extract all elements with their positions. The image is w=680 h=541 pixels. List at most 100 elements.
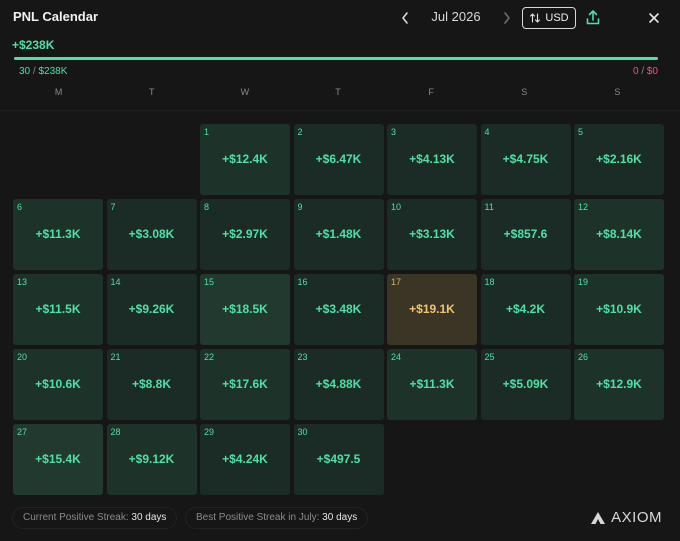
day-pnl-value: +$11.5K <box>35 302 81 316</box>
calendar-day-cell[interactable]: 30 +$497.5 <box>293 424 384 495</box>
day-pnl-value: +$6.47K <box>315 152 362 166</box>
axiom-logo-icon <box>591 511 606 524</box>
day-pnl-value: +$9.12K <box>128 452 175 466</box>
calendar-day-cell[interactable]: 10 +$3.13K <box>387 199 477 270</box>
share-upload-icon <box>586 10 600 25</box>
calendar-day-cell[interactable]: 14 +$9.26K <box>106 274 197 345</box>
loss-separator: / <box>641 66 645 77</box>
current-streak-value: 30 days <box>131 512 167 523</box>
best-streak-badge: Best Positive Streak in July: 30 days <box>185 507 369 529</box>
next-month-button[interactable] <box>498 9 516 27</box>
calendar-day-cell[interactable]: 4 +$4.75K <box>480 124 571 195</box>
calendar-day-cell[interactable]: 7 +$3.08K <box>106 199 197 270</box>
day-pnl-value: +$18.5K <box>222 302 268 316</box>
close-button[interactable] <box>644 8 664 28</box>
day-pnl-value: +$4.13K <box>409 152 455 166</box>
currency-toggle-button[interactable]: USD <box>522 7 576 29</box>
calendar-day-cell[interactable]: 24 +$11.3K <box>387 349 477 420</box>
calendar-day-cell[interactable]: 18 +$4.2K <box>480 274 571 345</box>
calendar-day-cell[interactable]: 13 +$11.5K <box>13 274 103 345</box>
calendar-day-cell[interactable]: 20 +$10.6K <box>13 349 103 420</box>
day-pnl-value: +$2.97K <box>222 227 268 241</box>
weekday-label: T <box>148 87 155 97</box>
calendar-footer: Current Positive Streak: 30 days Best Po… <box>12 507 668 531</box>
day-number: 17 <box>391 277 402 287</box>
calendar-day-cell[interactable]: 1 +$12.4K <box>200 124 290 195</box>
day-number: 4 <box>484 127 490 137</box>
day-pnl-value: +$3.13K <box>409 227 455 241</box>
gain-loss-progress-bar <box>14 57 658 60</box>
calendar-day-cell[interactable]: 25 +$5.09K <box>480 349 571 420</box>
day-pnl-value: +$11.3K <box>409 377 455 391</box>
chevron-left-icon <box>402 12 408 24</box>
page-title: PNL Calendar <box>13 9 99 24</box>
day-pnl-value: +$497.5 <box>316 452 361 466</box>
calendar-day-cell[interactable]: 12 +$8.14K <box>574 199 664 270</box>
weekday-label: S <box>614 87 621 97</box>
day-number: 16 <box>297 277 308 287</box>
close-icon <box>649 13 659 23</box>
calendar-day-cell[interactable]: 15 +$18.5K <box>200 274 290 345</box>
empty-day-cell <box>13 124 103 195</box>
day-number: 18 <box>484 277 495 287</box>
currency-label: USD <box>545 12 569 24</box>
calendar-day-cell[interactable]: 2 +$6.47K <box>293 124 384 195</box>
calendar-day-cell[interactable]: 8 +$2.97K <box>200 199 290 270</box>
calendar-day-cell[interactable]: 29 +$4.24K <box>200 424 290 495</box>
calendar-grid: 1 +$12.4K 2 +$6.47K 3 +$4.13K 4 +$4.75K 5 +$2.16K… <box>13 124 664 495</box>
day-pnl-value: +$8.8K <box>131 377 172 391</box>
day-pnl-value: +$4.88K <box>315 377 362 391</box>
loss-days-count: 0 <box>632 66 639 77</box>
day-number: 11 <box>484 202 494 212</box>
gain-total-value: $238K <box>38 66 68 77</box>
header-divider <box>0 110 680 111</box>
day-pnl-value: +$3.08K <box>128 227 175 241</box>
calendar-day-cell[interactable]: 16 +$3.48K <box>293 274 384 345</box>
calendar-day-cell[interactable]: 22 +$17.6K <box>200 349 290 420</box>
calendar-day-cell[interactable]: 28 +$9.12K <box>106 424 197 495</box>
day-number: 14 <box>110 277 121 287</box>
logo-text: AXIOM <box>611 509 662 526</box>
calendar-day-cell[interactable]: 6 +$11.3K <box>13 199 103 270</box>
day-pnl-value: +$1.48K <box>315 227 362 241</box>
day-number: 6 <box>17 202 23 212</box>
weekday-label: F <box>428 87 434 97</box>
calendar-day-cell[interactable]: 3 +$4.13K <box>387 124 477 195</box>
day-number: 21 <box>110 352 121 362</box>
weekday-label: M <box>54 87 63 97</box>
prev-month-button[interactable] <box>396 9 414 27</box>
day-number: 29 <box>204 427 215 437</box>
day-number: 5 <box>578 127 584 137</box>
calendar-day-cell[interactable]: 27 +$15.4K <box>13 424 103 495</box>
day-pnl-value: +$10.9K <box>596 302 642 316</box>
day-pnl-value: +$8.14K <box>596 227 642 241</box>
day-number: 12 <box>578 202 589 212</box>
calendar-day-cell[interactable]: 21 +$8.8K <box>106 349 197 420</box>
calendar-day-cell[interactable]: 23 +$4.88K <box>293 349 384 420</box>
day-number: 19 <box>578 277 589 287</box>
day-pnl-value: +$857.6 <box>503 227 548 241</box>
day-pnl-value: +$15.4K <box>35 452 81 466</box>
day-pnl-value: +$17.6K <box>222 377 268 391</box>
day-number: 28 <box>110 427 121 437</box>
day-number: 13 <box>17 277 28 287</box>
empty-day-cell <box>107 124 197 195</box>
day-number: 30 <box>297 427 308 437</box>
calendar-day-cell[interactable]: 19 +$10.9K <box>574 274 664 345</box>
current-month-label: Jul 2026 <box>431 9 481 24</box>
axiom-logo: AXIOM <box>590 509 662 526</box>
best-streak-label: Best Positive Streak in July: <box>196 512 320 523</box>
current-streak-badge: Current Positive Streak: 30 days <box>12 507 178 529</box>
calendar-day-cell[interactable]: 5 +$2.16K <box>574 124 664 195</box>
day-pnl-value: +$2.16K <box>596 152 642 166</box>
current-streak-label: Current Positive Streak: <box>23 512 129 523</box>
calendar-day-cell-today[interactable]: 17 +$19.1K <box>387 274 477 345</box>
share-button[interactable] <box>584 8 602 28</box>
day-number: 22 <box>204 352 215 362</box>
best-streak-value: 30 days <box>322 512 358 523</box>
calendar-day-cell[interactable]: 11 +$857.6 <box>480 199 571 270</box>
calendar-day-cell[interactable]: 26 +$12.9K <box>574 349 664 420</box>
calendar-day-cell[interactable]: 9 +$1.48K <box>293 199 384 270</box>
weekday-label: S <box>521 87 528 97</box>
total-pnl-value: +$238K <box>12 38 55 52</box>
